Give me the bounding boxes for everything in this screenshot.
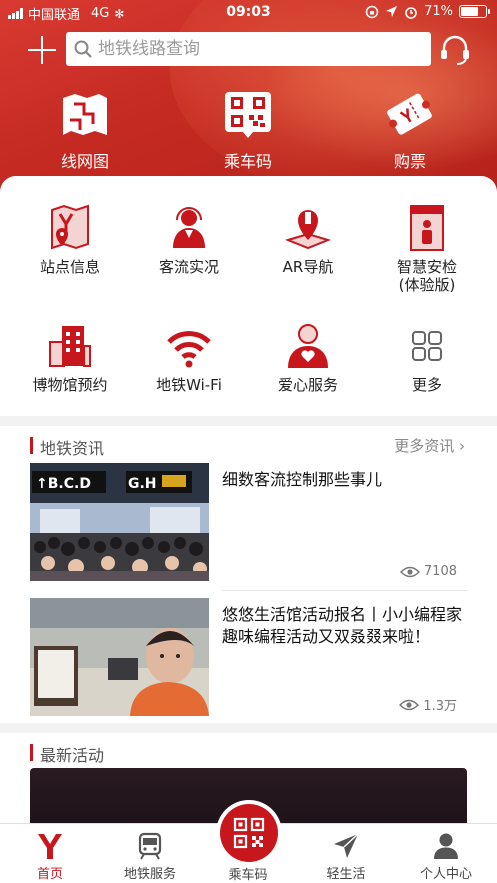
station-info-icon bbox=[51, 204, 89, 250]
news-section-title: 地铁资讯 bbox=[40, 439, 105, 458]
care-service-label: 爱心服务 bbox=[277, 376, 338, 394]
news-views: 7108 bbox=[399, 564, 457, 579]
metro-map-label: 线网图 bbox=[60, 152, 109, 171]
ar-navigation-button[interactable]: AR导航 bbox=[246, 204, 370, 276]
activity-section-header: 最新活动 bbox=[0, 735, 497, 769]
tab-light-life[interactable]: 轻生活 bbox=[301, 832, 391, 882]
svg-text:G.H: G.H bbox=[128, 476, 157, 492]
eye-icon bbox=[399, 566, 420, 577]
wifi-icon bbox=[167, 331, 211, 368]
status-bar: 中国联通 4G ✻ 09:03 71% bbox=[0, 0, 497, 26]
news-headline: 细数客流控制那些事儿 bbox=[222, 470, 383, 489]
security-check-label: 智慧安检 bbox=[396, 258, 457, 276]
location-icon bbox=[386, 6, 398, 17]
more-services-label: 更多 bbox=[411, 376, 442, 394]
train-icon bbox=[138, 832, 162, 860]
news-divider bbox=[222, 590, 467, 591]
care-service-button[interactable]: 爱心服务 bbox=[246, 322, 370, 394]
news-headline: 悠悠生活馆活动报名丨小小编程家趣味编程活动又双叒叕来啦！ bbox=[222, 605, 463, 646]
section-separator bbox=[0, 416, 497, 426]
news-thumbnail: ↑B.C.D G.H bbox=[30, 463, 209, 581]
tab-home[interactable]: 首页 bbox=[5, 832, 95, 882]
activity-section-title: 最新活动 bbox=[40, 746, 105, 765]
station-info-label: 站点信息 bbox=[39, 258, 100, 276]
battery-percent: 71% bbox=[424, 4, 453, 19]
user-icon bbox=[434, 833, 458, 859]
customer-service-icon[interactable] bbox=[438, 33, 472, 67]
security-check-icon bbox=[410, 205, 444, 251]
qr-code-button[interactable]: 乘车码 bbox=[188, 90, 308, 172]
passenger-flow-label: 客流实况 bbox=[158, 258, 219, 276]
station-info-button[interactable]: 站点信息 bbox=[8, 204, 132, 276]
news-thumbnail bbox=[30, 598, 209, 716]
ticket-label: 购票 bbox=[393, 152, 426, 171]
more-grid-icon bbox=[412, 331, 442, 361]
search-input[interactable] bbox=[98, 39, 418, 59]
ticket-button[interactable]: 购票 bbox=[350, 90, 470, 172]
care-service-icon bbox=[288, 324, 328, 368]
more-services-button[interactable]: 更多 bbox=[365, 322, 489, 394]
news-item[interactable]: 悠悠生活馆活动报名丨小小编程家趣味编程活动又双叒叕来啦！ 1.3万 bbox=[30, 598, 467, 716]
header-banner: 中国联通 4G ✻ 09:03 71% 线网图 bbox=[0, 0, 497, 200]
metro-map-icon bbox=[63, 94, 107, 135]
museum-icon bbox=[49, 326, 91, 367]
news-section-header: 地铁资讯 更多资讯 › bbox=[0, 428, 497, 462]
security-check-button[interactable]: 智慧安检 (体验版) bbox=[365, 204, 489, 294]
alarm-icon bbox=[405, 6, 417, 19]
bottom-tab-bar: 首页 地铁服务 乘车码 轻生活 个人中心 bbox=[0, 800, 497, 883]
qr-code-icon bbox=[225, 92, 271, 138]
add-button[interactable] bbox=[28, 36, 56, 64]
security-check-sublabel: (体验版) bbox=[398, 276, 456, 294]
eye-icon bbox=[399, 699, 420, 710]
wifi-button[interactable]: 地铁Wi-Fi bbox=[127, 322, 251, 394]
search-icon bbox=[74, 40, 92, 58]
services-panel: 站点信息 客流实况 AR导航 智慧安检 (体验版) 博物馆预约 地铁Wi-Fi … bbox=[0, 176, 497, 416]
svg-text:↑B.C.D: ↑B.C.D bbox=[36, 476, 91, 492]
tab-qr-code-label: 乘车码 bbox=[228, 868, 268, 883]
search-bar[interactable] bbox=[66, 32, 431, 66]
passenger-flow-icon bbox=[173, 207, 205, 248]
museum-label: 博物馆预约 bbox=[32, 376, 108, 394]
passenger-flow-button[interactable]: 客流实况 bbox=[127, 204, 251, 276]
wifi-label: 地铁Wi-Fi bbox=[156, 376, 222, 394]
section-separator bbox=[0, 723, 497, 733]
museum-button[interactable]: 博物馆预约 bbox=[8, 322, 132, 394]
ar-navigation-icon bbox=[284, 210, 332, 250]
orientation-lock-icon bbox=[365, 5, 379, 18]
ticket-icon bbox=[387, 93, 432, 135]
metro-map-button[interactable]: 线网图 bbox=[25, 90, 145, 172]
tab-qr-code[interactable] bbox=[216, 800, 282, 866]
send-icon bbox=[334, 833, 359, 858]
tab-metro-service[interactable]: 地铁服务 bbox=[105, 832, 195, 882]
home-logo-icon bbox=[38, 834, 62, 859]
news-item[interactable]: ↑B.C.D G.H 细数客流控制那些事儿 7108 bbox=[30, 463, 467, 581]
news-views: 1.3万 bbox=[399, 695, 457, 714]
ar-navigation-label: AR导航 bbox=[282, 258, 334, 276]
more-news-link[interactable]: 更多资讯 › bbox=[394, 435, 465, 456]
battery-icon bbox=[459, 5, 490, 18]
qr-code-icon bbox=[233, 817, 265, 849]
tab-profile[interactable]: 个人中心 bbox=[401, 832, 491, 882]
qr-code-label: 乘车码 bbox=[223, 152, 272, 171]
